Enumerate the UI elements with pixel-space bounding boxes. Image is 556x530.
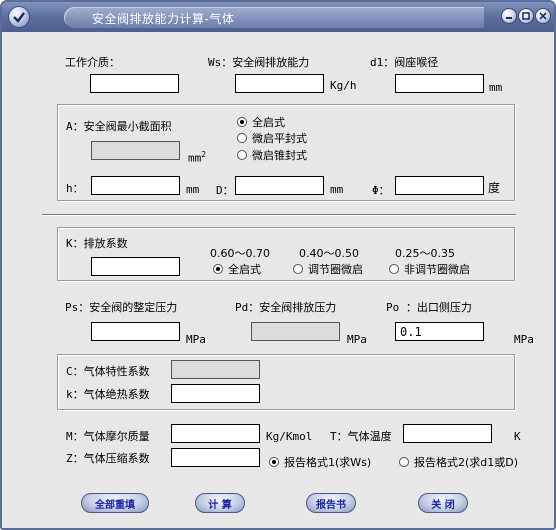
h-label: h： — [66, 182, 84, 195]
k-adiabatic-label: k：气体绝热系数 — [66, 388, 150, 401]
d-label: D： — [216, 184, 234, 197]
t-unit: K — [514, 430, 521, 443]
h-unit: mm — [186, 183, 200, 196]
radio-report-format-2[interactable]: 报告格式2(求d1或D) — [399, 454, 518, 470]
radio-low-lift-flat[interactable]: 微启平封式 — [237, 130, 307, 146]
radio-k-nonadjust-ring[interactable]: 非调节圈微启 — [389, 261, 470, 277]
radio-dot — [399, 457, 409, 467]
m-input[interactable] — [171, 424, 260, 443]
radio-dot — [293, 264, 303, 274]
d-input[interactable] — [235, 176, 324, 195]
d-unit: mm — [330, 183, 344, 196]
m-unit: Kg/Kmol — [266, 430, 313, 443]
ps-unit: MPa — [186, 333, 206, 346]
k-input[interactable] — [91, 257, 180, 276]
radio-low-lift-cone[interactable]: 微启锥封式 — [237, 147, 307, 163]
radio-dot — [237, 133, 247, 143]
medium-label: 工作介质： — [65, 56, 120, 69]
radio-dot — [237, 150, 247, 160]
radio-dot — [237, 117, 247, 127]
k-range-adjust: 0.40～0.50 — [299, 247, 359, 260]
c-output — [171, 360, 260, 379]
main-window: 安全阀排放能力计算-气体 工作介质： Ws：安全阀排放能力 d1：阀座喉径 Kg… — [0, 0, 556, 530]
d1-input[interactable] — [395, 74, 484, 93]
c-label: C：气体特性系数 — [66, 365, 150, 378]
po-input[interactable] — [395, 322, 484, 341]
d1-label: d1：阀座喉径 — [370, 56, 439, 69]
checkmark-icon[interactable] — [8, 6, 30, 28]
radio-dot — [389, 264, 399, 274]
radio-dot — [213, 264, 223, 274]
ws-unit: Kg/h — [330, 79, 357, 92]
po-unit: MPa — [514, 333, 534, 346]
medium-input[interactable] — [90, 74, 179, 93]
radio-k-full-lift[interactable]: 全启式 — [213, 261, 261, 277]
ws-input[interactable] — [235, 74, 324, 93]
po-label: Po ：出口侧压力 — [386, 301, 472, 314]
z-label: Z：气体压缩系数 — [66, 452, 150, 465]
report-button[interactable]: 报告书 — [306, 493, 356, 513]
ps-input[interactable] — [91, 322, 180, 341]
k-adiabatic-input[interactable] — [171, 384, 260, 403]
minimize-icon[interactable] — [501, 8, 517, 24]
radio-dot — [269, 457, 279, 467]
close-icon[interactable] — [535, 8, 551, 24]
z-input[interactable] — [171, 448, 260, 467]
ws-label: Ws：安全阀排放能力 — [208, 56, 310, 69]
calculate-button[interactable]: 计 算 — [195, 493, 245, 513]
d1-unit: mm — [489, 81, 503, 94]
phi-input[interactable] — [395, 176, 484, 195]
k-label: K：排放系数 — [66, 237, 128, 250]
t-input[interactable] — [403, 424, 492, 443]
k-range-full: 0.60～0.70 — [210, 247, 270, 260]
phi-label: Φ： — [372, 184, 390, 197]
radio-k-adjust-ring[interactable]: 调节圈微启 — [293, 261, 363, 277]
area-label: A：安全阀最小截面积 — [66, 120, 172, 133]
pd-label: Pd：安全阀排放压力 — [235, 301, 337, 314]
area-output — [91, 141, 180, 160]
k-range-nonadjust: 0.25～0.35 — [395, 247, 455, 260]
t-label: T：气体温度 — [330, 430, 392, 443]
phi-unit: 度 — [488, 181, 501, 195]
window-title: 安全阀排放能力计算-气体 — [92, 12, 235, 26]
area-unit: mm2 — [188, 150, 207, 165]
title-bar[interactable]: 安全阀排放能力计算-气体 — [2, 2, 554, 32]
reset-button[interactable]: 全部重填 — [81, 493, 149, 513]
h-input[interactable] — [91, 176, 180, 195]
pd-unit: MPa — [347, 333, 367, 346]
radio-report-format-1[interactable]: 报告格式1(求Ws) — [269, 454, 371, 470]
close-button[interactable]: 关 闭 — [418, 493, 468, 513]
separator — [42, 214, 516, 216]
radio-full-lift[interactable]: 全启式 — [237, 114, 285, 130]
ps-label: Ps：安全阀的整定压力 — [65, 301, 178, 314]
m-label: M：气体摩尔质量 — [66, 430, 150, 443]
pd-output — [251, 322, 340, 341]
maximize-icon[interactable] — [518, 8, 534, 24]
